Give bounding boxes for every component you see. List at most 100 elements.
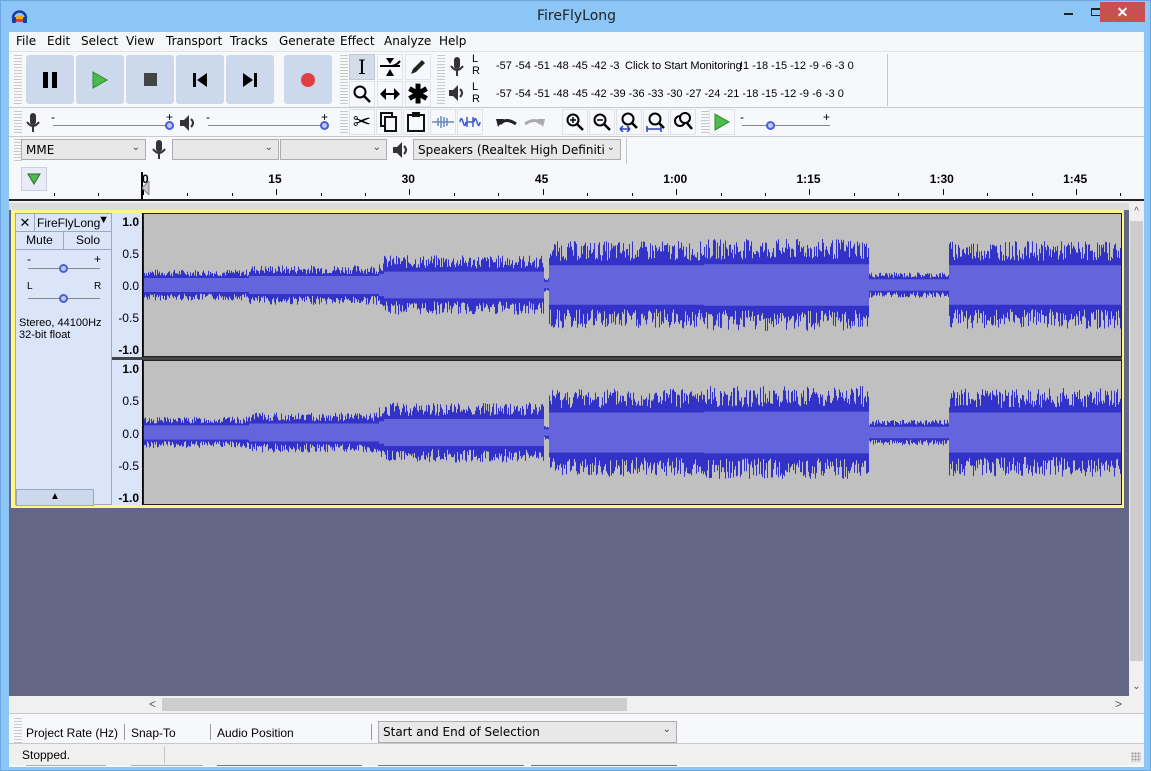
vertical-scrollbar[interactable]: ^ ⌄ xyxy=(1129,203,1144,696)
recording-device-select[interactable]: ⌄ xyxy=(172,139,279,160)
playback-device-select[interactable]: Speakers (Realtek High Definiti ⌄ xyxy=(413,139,621,160)
skip-to-start-button[interactable] xyxy=(176,55,224,104)
divider xyxy=(371,724,372,740)
menu-tracks[interactable]: Tracks xyxy=(230,34,268,48)
gain-slider[interactable]: - + xyxy=(26,252,104,276)
amplitude-label: -0.5 xyxy=(118,458,139,473)
zoom-out-button[interactable] xyxy=(589,109,615,135)
timeline-ruler[interactable]: 0 15 30 45 1:00 1:15 1:30 1:45 xyxy=(9,165,1144,201)
recording-channels-select[interactable]: ⌄ xyxy=(280,139,387,160)
track-name-menu[interactable]: FireFlyLong ▼ xyxy=(35,214,112,232)
waveform-left-channel[interactable] xyxy=(143,213,1122,357)
playback-volume-slider[interactable]: - + xyxy=(206,110,334,134)
multi-tool-button[interactable]: ✱ xyxy=(405,81,431,107)
toolbar-grip[interactable] xyxy=(701,111,709,135)
draw-tool-button[interactable] xyxy=(405,54,431,80)
silence-icon xyxy=(459,117,481,127)
play-at-speed-button[interactable] xyxy=(709,109,735,135)
stop-button[interactable] xyxy=(126,55,174,104)
track-close-button[interactable]: ✕ xyxy=(16,214,35,232)
record-volume-slider[interactable]: - + xyxy=(51,110,179,134)
waveform-left xyxy=(144,238,1121,331)
record-meter-button[interactable] xyxy=(445,54,469,80)
envelope-tool-button[interactable] xyxy=(377,54,403,80)
fit-selection-button[interactable] xyxy=(616,109,642,135)
zoom-out-icon xyxy=(593,113,611,131)
toolbar-grip[interactable] xyxy=(340,55,348,105)
pan-slider[interactable]: LR xyxy=(26,281,104,303)
zoom-in-button[interactable] xyxy=(562,109,588,135)
close-button[interactable]: ✕ xyxy=(1100,2,1145,22)
cut-button[interactable]: ✂ xyxy=(349,109,375,135)
selection-tool-button[interactable]: I xyxy=(349,54,375,80)
menu-file[interactable]: File xyxy=(16,34,36,48)
ruler-tick xyxy=(854,193,855,196)
horizontal-scrollbar[interactable]: < > xyxy=(9,696,1144,713)
speaker-icon xyxy=(449,85,463,101)
skip-to-end-button[interactable] xyxy=(226,55,274,104)
menu-help[interactable]: Help xyxy=(439,34,466,48)
play-speed-slider[interactable]: - + xyxy=(740,110,835,134)
close-icon: ✕ xyxy=(1116,4,1129,20)
amplitude-label: -1.0 xyxy=(118,343,139,357)
toolbar-grip[interactable] xyxy=(14,55,22,105)
collapse-arrow-icon: ▲ xyxy=(50,491,60,502)
silence-audio-button[interactable] xyxy=(457,109,483,135)
ruler-tick xyxy=(454,193,455,196)
ruler-label: 1:45 xyxy=(1063,172,1088,186)
waveform-right-channel[interactable] xyxy=(143,360,1122,505)
speaker-icon xyxy=(393,142,407,158)
undo-button[interactable] xyxy=(494,109,520,135)
mute-button[interactable]: Mute xyxy=(16,232,64,250)
record-meter-scale-tail: !1 -18 -15 -12 -9 -6 -3 0 xyxy=(740,60,854,72)
menu-select[interactable]: Select xyxy=(81,34,118,48)
menu-analyze[interactable]: Analyze xyxy=(384,34,431,48)
playback-meter-button[interactable] xyxy=(445,80,469,106)
toolbar-grip[interactable] xyxy=(14,111,22,135)
scroll-left-icon[interactable]: < xyxy=(149,697,156,711)
fit-selection-icon xyxy=(619,112,638,132)
zoom-tool-button[interactable] xyxy=(349,81,375,107)
menu-transport[interactable]: Transport xyxy=(166,34,222,48)
meter-lr-label: LR xyxy=(472,53,480,77)
solo-button[interactable]: Solo xyxy=(64,232,112,250)
redo-button[interactable] xyxy=(521,109,547,135)
i-beam-icon: I xyxy=(358,55,366,79)
zoom-toggle-button[interactable] xyxy=(670,109,696,135)
record-button[interactable] xyxy=(284,55,332,104)
play-button[interactable] xyxy=(76,55,124,104)
audio-host-select[interactable]: MME ⌄ xyxy=(21,139,146,160)
record-meter[interactable]: LR -57 -54 -51 -48 -45 -42 -3 Click to S… xyxy=(472,53,887,79)
toolbar-grip[interactable] xyxy=(340,111,348,135)
toolbar-grip[interactable] xyxy=(437,55,445,105)
time-shift-tool-button[interactable] xyxy=(377,81,403,107)
menu-view[interactable]: View xyxy=(126,34,154,48)
minimize-button[interactable] xyxy=(1055,1,1083,23)
menu-generate[interactable]: Generate xyxy=(279,34,335,48)
scroll-down-icon[interactable]: ⌄ xyxy=(1129,681,1144,692)
collapse-track-button[interactable]: ▲ xyxy=(16,489,94,506)
selection-mode-select[interactable]: Start and End of Selection ⌄ xyxy=(378,721,677,743)
slider-knob xyxy=(59,294,68,303)
copy-button[interactable] xyxy=(376,109,402,135)
ruler-tick xyxy=(54,193,55,196)
horizontal-scroll-thumb[interactable] xyxy=(162,698,627,711)
chevron-down-icon: ⌄ xyxy=(662,724,671,735)
vertical-scroll-thumb[interactable] xyxy=(1130,221,1143,661)
scroll-right-icon[interactable]: > xyxy=(1115,697,1122,711)
menu-effect[interactable]: Effect xyxy=(340,34,375,48)
paste-button[interactable] xyxy=(403,109,429,135)
play-icon xyxy=(714,113,730,131)
start-monitoring-prompt[interactable]: Click to Start Monitoring xyxy=(623,60,744,72)
playback-meter[interactable]: LR -57 -54 -51 -48 -45 -42 -39 -36 -33 -… xyxy=(472,81,887,107)
trim-audio-button[interactable] xyxy=(430,109,456,135)
fit-project-button[interactable] xyxy=(643,109,669,135)
pin-play-head-button[interactable] xyxy=(21,167,47,191)
menu-edit[interactable]: Edit xyxy=(47,34,70,48)
pause-button[interactable] xyxy=(26,55,74,104)
slider-knob xyxy=(165,121,174,130)
scroll-up-icon[interactable]: ^ xyxy=(1129,206,1144,217)
audio-track[interactable]: ✕ FireFlyLong ▼ Mute Solo - + LR Stereo, 4… xyxy=(11,210,1124,508)
asterisk-icon: ✱ xyxy=(407,79,429,109)
resize-grip-icon[interactable] xyxy=(1131,752,1141,762)
